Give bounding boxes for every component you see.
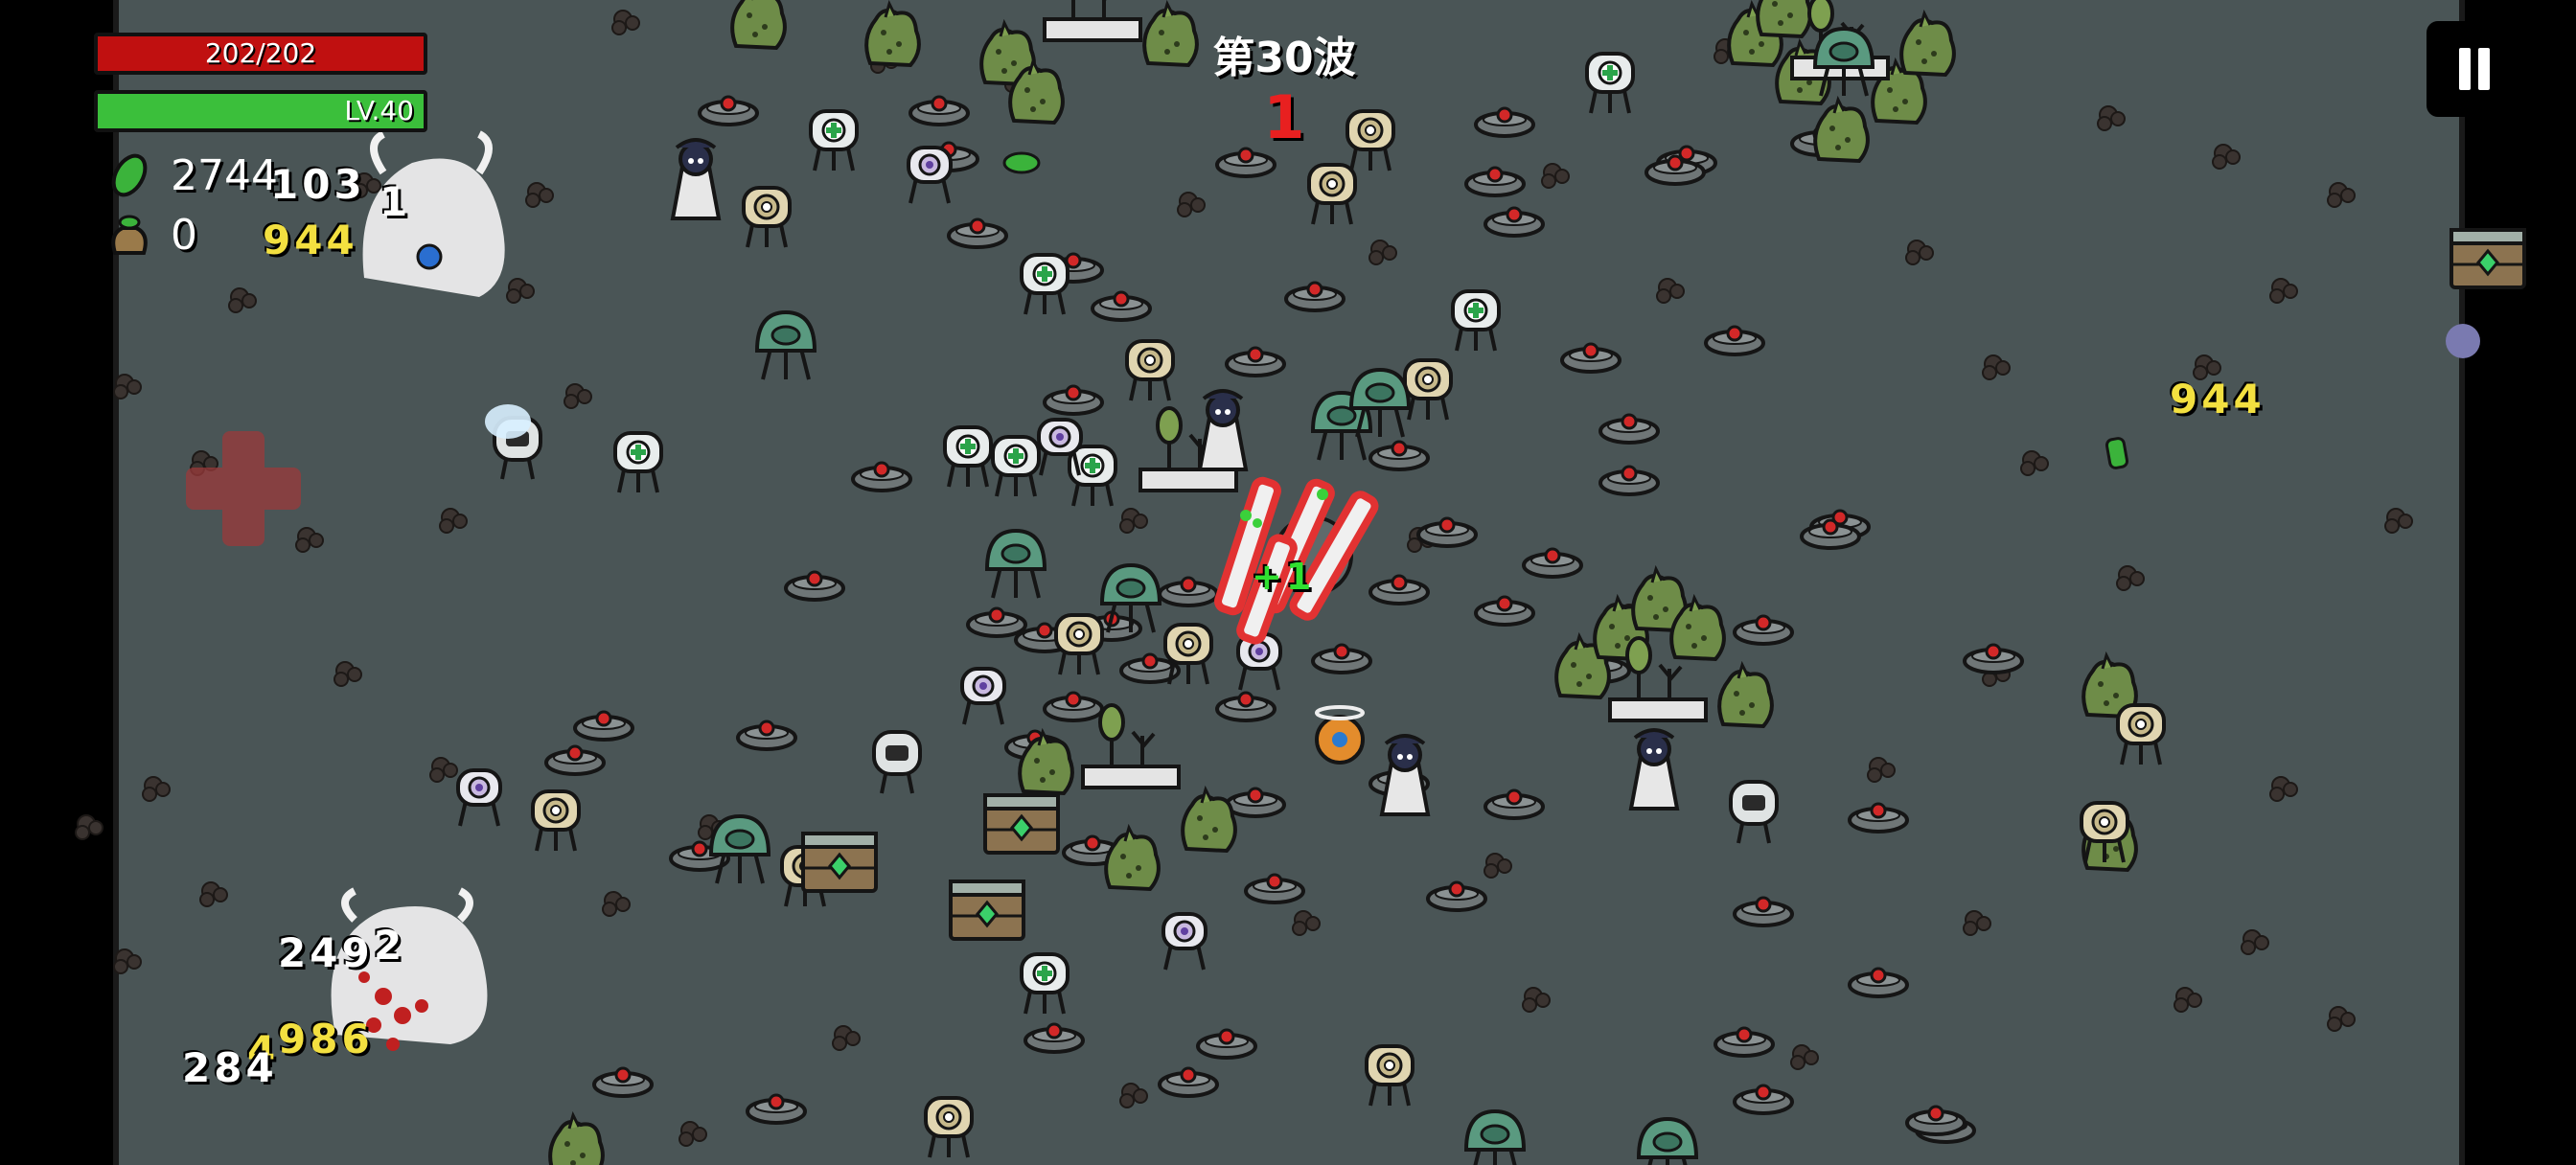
bag-counter: 0 <box>105 210 197 260</box>
damage-number: 1 <box>380 178 412 225</box>
damage-number: 944 <box>2170 376 2266 423</box>
pause-icon-bar <box>2478 48 2490 90</box>
damage-number: 2 <box>374 922 406 969</box>
bag-value: 0 <box>171 210 197 260</box>
health-bar: 202/202 <box>94 33 427 75</box>
wave-title: 第30波 <box>1212 34 1356 82</box>
damage-number: 249 <box>278 929 374 976</box>
materials-value: 2744 <box>171 150 278 200</box>
health-text: 202/202 <box>204 37 317 69</box>
pause-icon <box>2459 48 2471 90</box>
drone-turret <box>1315 705 1365 765</box>
wave-timer: 1 <box>1263 82 1305 152</box>
damage-number: 284 <box>182 1044 278 1091</box>
damage-number: 103 <box>270 161 366 208</box>
bag-icon <box>105 211 153 259</box>
red-cross-marker <box>186 431 301 546</box>
heal-number: +1 <box>1252 556 1316 598</box>
damage-number: 986 <box>278 1016 374 1062</box>
experience-bar: LV.40 <box>94 90 427 132</box>
material-icon <box>105 151 153 199</box>
level-text: LV.40 <box>344 95 414 126</box>
damage-number: 944 <box>263 217 358 263</box>
pause-button[interactable] <box>2426 21 2522 117</box>
landmines <box>544 95 2024 1144</box>
materials-counter: 2744 <box>105 150 278 200</box>
